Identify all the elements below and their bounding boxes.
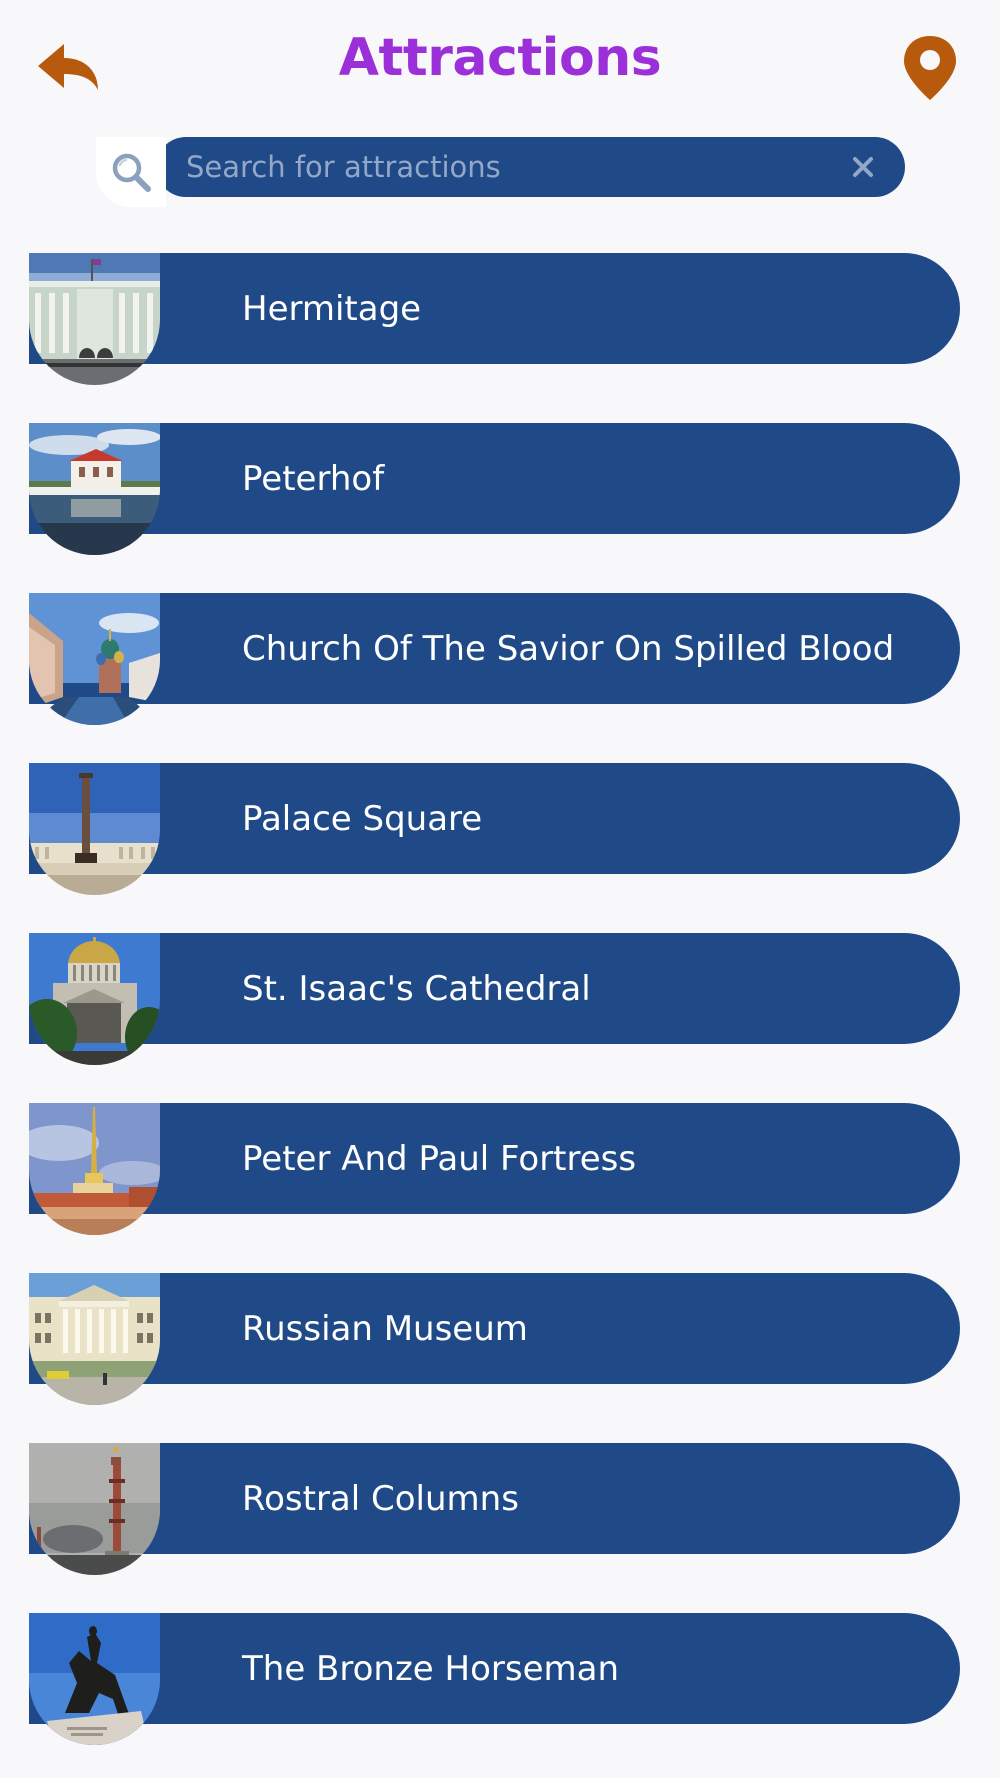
header: Attractions	[0, 0, 1000, 125]
list-item-peterhof[interactable]: Peterhof	[29, 423, 960, 555]
clear-search-button[interactable]	[847, 151, 879, 183]
close-icon	[853, 157, 873, 177]
attractions-screen: Attractions Search for attractions Hermi…	[0, 0, 1000, 1778]
russian-museum-photo	[29, 1273, 160, 1405]
list-item-label: Peter And Paul Fortress	[242, 1138, 637, 1179]
list-item-russian-museum[interactable]: Russian Museum	[29, 1273, 960, 1405]
search-input[interactable]	[186, 137, 746, 197]
list-item-label: Hermitage	[242, 288, 422, 329]
search-bar	[96, 137, 905, 207]
bronze-horseman-photo	[29, 1613, 160, 1745]
list-item-label: Peterhof	[242, 458, 385, 499]
list-item-church-of-the-savior[interactable]: Church Of The Savior On Spilled Blood	[29, 593, 960, 725]
peter-paul-fortress-photo	[29, 1103, 160, 1235]
list-item-peter-and-paul-fortress[interactable]: Peter And Paul Fortress	[29, 1103, 960, 1235]
list-item-rostral-columns[interactable]: Rostral Columns	[29, 1443, 960, 1575]
list-item-label: Rostral Columns	[242, 1478, 519, 1519]
search-icon	[112, 153, 151, 192]
page-title: Attractions	[338, 28, 662, 88]
list-item-label: The Bronze Horseman	[242, 1648, 620, 1689]
rostral-columns-photo	[29, 1443, 160, 1575]
search-button[interactable]	[96, 137, 166, 207]
st-isaacs-photo	[29, 933, 160, 1065]
list-item-bronze-horseman[interactable]: The Bronze Horseman	[29, 1613, 960, 1745]
palace-square-photo	[29, 763, 160, 895]
list-item-st-isaacs-cathedral[interactable]: St. Isaac's Cathedral	[29, 933, 960, 1065]
location-pin-icon	[904, 36, 956, 100]
list-item-label: Russian Museum	[242, 1308, 528, 1349]
list-item-hermitage[interactable]: Hermitage	[29, 253, 960, 385]
list-item-label: Church Of The Savior On Spilled Blood	[242, 628, 895, 669]
church-savior-photo	[29, 593, 160, 725]
list-item-palace-square[interactable]: Palace Square	[29, 763, 960, 895]
list-item-label: Palace Square	[242, 798, 483, 839]
list-item-label: St. Isaac's Cathedral	[242, 968, 591, 1009]
location-button[interactable]	[900, 34, 960, 104]
peterhof-photo	[29, 423, 160, 555]
hermitage-photo	[29, 253, 160, 385]
